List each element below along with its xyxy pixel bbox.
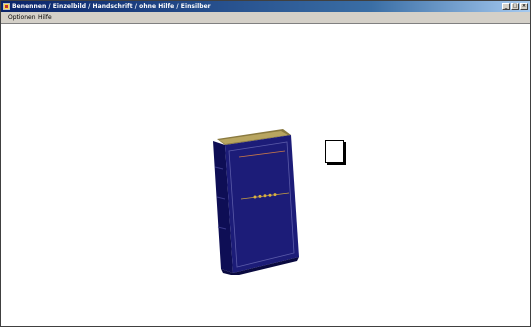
app-icon	[3, 3, 10, 10]
minimize-button[interactable]: _	[502, 3, 510, 10]
maximize-button[interactable]: □	[511, 3, 519, 10]
title-bar[interactable]: Benennen / Einzelbild / Handschrift / oh…	[1, 1, 530, 12]
menu-hilfe[interactable]: Hilfe	[38, 12, 52, 23]
window-title: Benennen / Einzelbild / Handschrift / oh…	[12, 3, 211, 10]
close-button[interactable]: ×	[520, 3, 528, 10]
answer-checkbox[interactable]	[325, 140, 346, 165]
exercise-area	[1, 24, 530, 326]
menu-optionen[interactable]: Optionen	[8, 12, 36, 23]
window-controls: _ □ ×	[502, 3, 528, 10]
menu-bar: Optionen Hilfe	[1, 12, 530, 24]
app-window: Benennen / Einzelbild / Handschrift / oh…	[0, 0, 531, 327]
book-image	[213, 129, 299, 275]
